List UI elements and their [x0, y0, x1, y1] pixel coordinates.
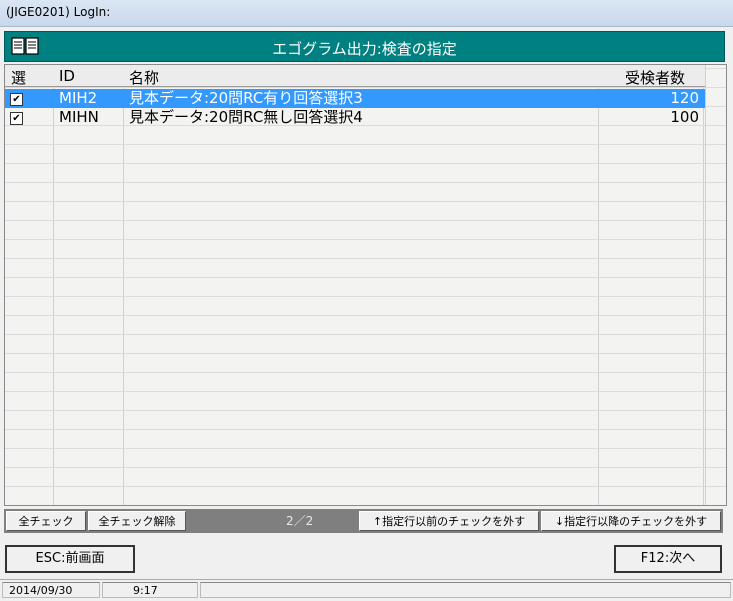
grid-scroll-gutter — [705, 65, 727, 505]
back-button[interactable]: ESC:前画面 — [5, 545, 135, 573]
status-bar: 2014/09/30 9:17 — [0, 579, 733, 601]
row-checkbox[interactable]: ✔ — [10, 112, 23, 125]
window-title: (JIGE0201) LogIn: — [6, 5, 111, 19]
grid-header: 選 ID 名称 受検者数 — [5, 65, 705, 87]
screen-title: エゴグラム出力:検査の指定 — [272, 40, 457, 58]
row-name: 見本データ:20問RC無し回答選択4 — [129, 108, 363, 126]
status-time: 9:17 — [102, 582, 198, 598]
status-date: 2014/09/30 — [2, 582, 100, 598]
column-header-name[interactable]: 名称 — [129, 67, 159, 88]
next-button[interactable]: F12:次へ — [614, 545, 722, 573]
grid-toolbar: 全チェック 全チェック解除 2／2 ↑指定行以前のチェックを外す ↓指定行以降の… — [4, 509, 723, 533]
uncheck-after-button[interactable]: ↓指定行以降のチェックを外す — [541, 511, 721, 531]
row-count: 120 — [670, 89, 699, 107]
table-row[interactable]: ✔ MIH2 見本データ:20問RC有り回答選択3 120 — [5, 89, 705, 108]
table-row[interactable]: ✔ MIHN 見本データ:20問RC無し回答選択4 100 — [5, 108, 705, 127]
row-id: MIHN — [59, 108, 99, 126]
check-all-button[interactable]: 全チェック — [6, 511, 86, 531]
row-count: 100 — [670, 108, 699, 126]
row-name: 見本データ:20問RC有り回答選択3 — [129, 89, 363, 107]
column-header-select[interactable]: 選 — [11, 67, 26, 88]
screen-header: エゴグラム出力:検査の指定 — [4, 31, 725, 62]
status-panel — [200, 582, 731, 598]
row-checkbox[interactable]: ✔ — [10, 93, 23, 106]
exam-list-grid[interactable]: 選 ID 名称 受検者数 ✔ MIH2 見本データ:20問RC有り回答選択3 1… — [4, 64, 727, 506]
window-titlebar: (JIGE0201) LogIn: — [0, 0, 733, 27]
uncheck-all-button[interactable]: 全チェック解除 — [88, 511, 186, 531]
row-id: MIH2 — [59, 89, 98, 107]
column-header-count[interactable]: 受検者数 — [625, 67, 685, 88]
uncheck-before-button[interactable]: ↑指定行以前のチェックを外す — [359, 511, 539, 531]
page-indicator: 2／2 — [286, 514, 314, 528]
column-header-id[interactable]: ID — [59, 67, 75, 85]
